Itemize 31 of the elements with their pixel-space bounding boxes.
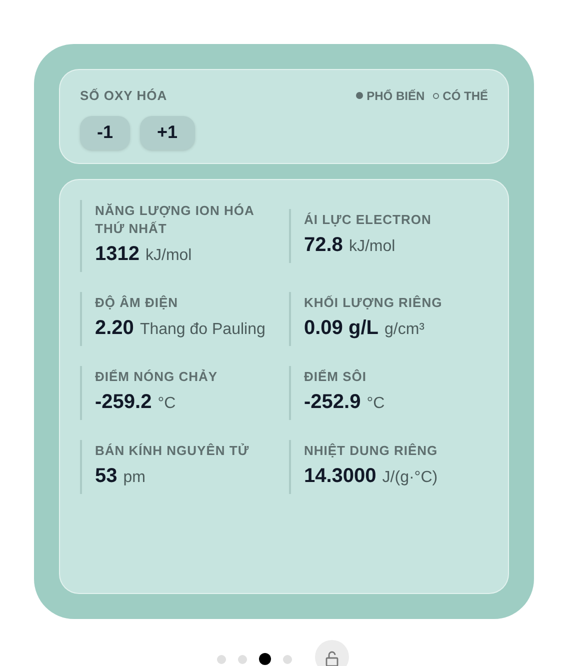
property-unit: kJ/mol [146,247,192,264]
property-unit: Thang đo Pauling [140,321,266,338]
property-label: ÁI LỰC ELECTRON [304,211,432,229]
property-label: KHỐI LƯỢNG RIÊNG [304,294,444,312]
legend-label: CÓ THỂ [442,88,488,105]
property-value: 2.20 [95,317,134,339]
property-label: NĂNG LƯỢNG ION HÓA THỨ NHẤT [95,202,255,238]
property-label: ĐỘ ÂM ĐIỆN [95,294,179,312]
oxidation-state[interactable]: +1 [140,116,195,150]
property-value: -259.2 [95,391,152,413]
property-value: 0.09 g/L [304,317,378,339]
property-value: 1312 [95,243,140,265]
property-unit: pm [123,469,146,486]
lock-button[interactable] [315,640,349,666]
property-unit: °C [366,395,385,412]
property-unit: J/(g·°C) [382,469,438,486]
property-label: BÁN KÍNH NGUYÊN TỬ [95,442,250,460]
unlock-icon [325,650,339,666]
property-value: 53 [95,465,118,487]
property-unit: g/cm³ [384,321,424,338]
property-value: -252.9 [304,391,361,413]
property-label: ĐIỂM SÔI [304,368,368,386]
oxidation-state[interactable]: -1 [80,116,130,150]
property-unit: kJ/mol [348,238,396,255]
property-value: 14.3000 [304,465,376,487]
legend-label: PHỔ BIẾN [366,88,425,105]
property-value: 72.8 [304,234,343,256]
section-title: SỐ OXY HÓA [80,87,168,105]
property-label: ĐIỂM NÓNG CHẢY [95,368,219,386]
property-unit: °C [158,395,176,412]
property-label: NHIỆT DUNG RIÊNG [304,442,439,460]
